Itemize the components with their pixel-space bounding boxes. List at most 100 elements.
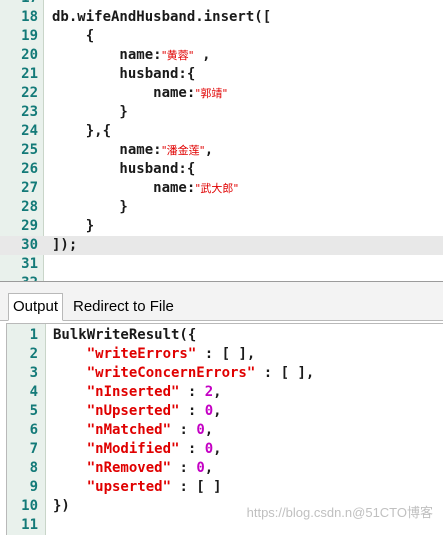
code-text: }	[52, 218, 95, 234]
line-number: 7	[29, 441, 38, 457]
code-line: 24 },{	[0, 122, 443, 141]
output-number: 0	[204, 441, 214, 457]
code-key: name:	[52, 47, 162, 63]
code-key: name:	[52, 85, 196, 101]
line-number: 20	[21, 47, 38, 63]
output-key: "nUpserted"	[86, 403, 180, 419]
output-tabbar: Output Redirect to File	[0, 282, 443, 321]
line-number: 23	[21, 104, 38, 120]
line-number: 28	[21, 199, 38, 215]
line-number: 30	[21, 237, 38, 253]
output-text: })	[53, 497, 70, 516]
string-value: "武大郎"	[195, 182, 239, 195]
code-text: }	[52, 199, 128, 215]
code-text: name:"武大郎"	[52, 179, 238, 198]
line-number: 25	[21, 142, 38, 158]
line-number: 27	[21, 180, 38, 196]
output-line: 2 "writeErrors" : [ ],	[7, 345, 443, 364]
code-line: 17	[0, 0, 443, 8]
code-editor[interactable]: 1718 db.wifeAndHusband.insert([19 {20 nam…	[0, 0, 443, 282]
line-number: 3	[29, 365, 38, 381]
code-line: 19 {	[0, 27, 443, 46]
code-key: name:	[52, 180, 196, 196]
output-punct: :	[179, 403, 205, 419]
line-number: 11	[21, 517, 38, 533]
output-key: "nModified"	[86, 441, 180, 457]
code-text: husband:{	[52, 66, 196, 82]
code-line: 20 name:"黄蓉" ,	[0, 46, 443, 65]
code-text: ]);	[52, 237, 78, 253]
string-value: "潘金莲"	[161, 144, 205, 157]
output-text: "upserted" : [ ]	[53, 478, 222, 497]
output-text: "nUpserted" : 0,	[53, 402, 222, 421]
line-number: 6	[29, 422, 38, 438]
output-punct: })	[53, 498, 70, 514]
line-number: 2	[29, 346, 38, 362]
output-number: 2	[204, 384, 214, 400]
code-line: 26 husband:{	[0, 160, 443, 179]
output-punct	[53, 441, 87, 457]
output-line: 1 BulkWriteResult({	[7, 326, 443, 345]
output-punct	[53, 384, 87, 400]
output-line: 7 "nModified" : 0,	[7, 440, 443, 459]
output-key: "nRemoved"	[86, 460, 172, 476]
output-line: 9 "upserted" : [ ]	[7, 478, 443, 497]
code-line: 25 name:"潘金莲",	[0, 141, 443, 160]
line-number: 22	[21, 85, 38, 101]
line-number: 31	[21, 256, 38, 272]
output-punct: : [ ],	[255, 365, 315, 381]
code-line: 30]);	[0, 236, 443, 255]
line-number: 24	[21, 123, 38, 139]
output-punct: :	[179, 441, 205, 457]
code-key: name:	[52, 142, 162, 158]
watermark: https://blog.csdn.n@51CTO博客	[246, 505, 433, 520]
output-punct: : [ ],	[196, 346, 256, 362]
output-key: "upserted"	[86, 479, 172, 495]
output-text: "nInserted" : 2,	[53, 383, 222, 402]
output-number: 0	[196, 422, 205, 438]
tab-output[interactable]: Output	[8, 293, 64, 321]
code-line: 22 name:"郭靖"	[0, 84, 443, 103]
output-line: 5 "nUpserted" : 0,	[7, 402, 443, 421]
output-punct: :	[179, 384, 205, 400]
code-punct: ,	[204, 142, 214, 158]
line-number: 26	[21, 161, 38, 177]
output-number: 0	[196, 460, 205, 476]
code-text: name:"郭靖"	[52, 84, 227, 103]
output-key: "writeConcernErrors"	[86, 365, 256, 381]
output-key: "writeErrors"	[86, 346, 197, 362]
code-text: husband:{	[52, 161, 196, 177]
output-key: "nMatched"	[86, 422, 172, 438]
output-punct: :	[171, 422, 197, 438]
output-punct: BulkWriteResult({	[53, 327, 197, 343]
code-line: 21 husband:{	[0, 65, 443, 84]
code-text: {	[52, 28, 95, 44]
output-punct: ,	[213, 403, 222, 419]
output-text: "writeErrors" : [ ],	[53, 345, 256, 364]
code-text: }	[52, 104, 128, 120]
output-punct	[53, 422, 87, 438]
code-line: 31	[0, 255, 443, 274]
code-punct: ,	[193, 47, 211, 63]
code-text: db.wifeAndHusband.insert([	[52, 9, 272, 25]
line-number: 10	[21, 498, 38, 514]
code-line: 32	[0, 274, 443, 281]
line-number: 5	[29, 403, 38, 419]
output-number: 0	[204, 403, 214, 419]
code-line: 27 name:"武大郎"	[0, 179, 443, 198]
output-punct	[53, 479, 87, 495]
string-value: "黄蓉"	[161, 49, 194, 62]
output-text: "nMatched" : 0,	[53, 421, 213, 440]
output-punct: ,	[213, 384, 222, 400]
line-number: 29	[21, 218, 38, 234]
output-text: "nModified" : 0,	[53, 440, 222, 459]
output-punct	[53, 460, 87, 476]
output-punct: : [ ]	[171, 479, 222, 495]
tab-redirect-to-file[interactable]: Redirect to File	[70, 294, 177, 319]
output-line: 3 "writeConcernErrors" : [ ],	[7, 364, 443, 383]
output-punct: ,	[204, 460, 214, 476]
output-punct: ,	[204, 422, 214, 438]
output-key: "nInserted"	[86, 384, 180, 400]
output-punct	[53, 403, 87, 419]
output-punct	[53, 365, 87, 381]
